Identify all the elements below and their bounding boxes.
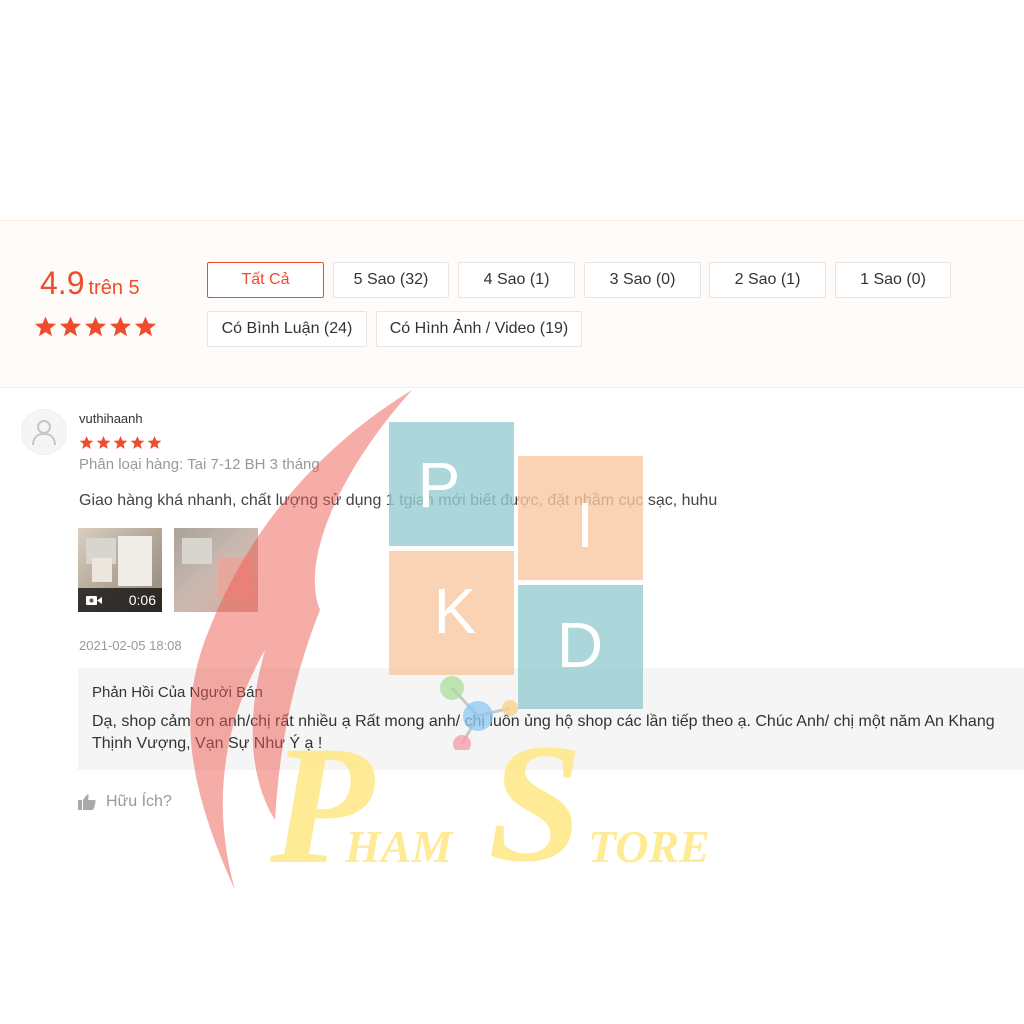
thumb-detail — [218, 558, 252, 598]
thumbs-up-icon — [78, 794, 96, 810]
star-icon — [134, 316, 157, 337]
logo-letter: I — [576, 489, 594, 561]
logo-tile — [389, 422, 514, 546]
star-icon — [109, 316, 132, 337]
brand-text: HAM — [345, 821, 453, 872]
review-image-thumbnail[interactable] — [174, 528, 258, 612]
filter-5-star-button[interactable]: 5 Sao (32) — [333, 262, 449, 298]
video-duration: 0:06 — [128, 592, 156, 608]
review-comment: Giao hàng khá nhanh, chất lượng sử dụng … — [79, 492, 718, 509]
star-icon — [113, 435, 128, 449]
star-icon — [59, 316, 82, 337]
seller-reply-text: Dạ, shop cảm ơn anh/chị rất nhiều ạ Rất … — [92, 713, 995, 752]
video-camera-icon — [86, 595, 102, 605]
rating-score-suffix: trên 5 — [88, 277, 140, 299]
filter-2-star-button[interactable]: 2 Sao (1) — [709, 262, 826, 298]
rating-score-value: 4.9 — [40, 265, 85, 301]
filter-3-star-button[interactable]: 3 Sao (0) — [584, 262, 701, 298]
filter-4-star-button[interactable]: 4 Sao (1) — [458, 262, 575, 298]
thumb-detail — [118, 536, 152, 586]
flame-swoosh-graphic — [190, 390, 412, 890]
video-bar: 0:06 — [78, 588, 162, 612]
review-timestamp: 2021-02-05 18:08 — [79, 638, 182, 653]
helpful-button[interactable]: Hữu Ích? — [78, 793, 172, 811]
filter-with-comment-button[interactable]: Có Bình Luận (24) — [207, 311, 367, 347]
review-video-thumbnail[interactable]: 0:06 — [78, 528, 162, 612]
star-icon — [84, 316, 107, 337]
filter-all-button[interactable]: Tất Cả — [207, 262, 324, 298]
thumb-detail — [182, 538, 212, 564]
filter-with-media-button[interactable]: Có Hình Ảnh / Video (19) — [376, 311, 582, 347]
star-icon — [96, 435, 111, 449]
pham-store-watermark: P I K D P HAM S TORE — [0, 0, 1024, 1024]
logo-tile — [518, 456, 643, 580]
star-icon — [34, 316, 57, 337]
review-stars — [79, 435, 162, 450]
brand-text: TORE — [588, 821, 710, 872]
rating-overview-panel — [0, 220, 1024, 388]
seller-reply-title: Phản Hồi Của Người Bán — [92, 684, 263, 701]
rating-stars — [34, 315, 157, 338]
logo-tile — [389, 551, 514, 675]
logo-letter: P — [417, 449, 461, 521]
product-variation: Phân loại hàng: Tai 7-12 BH 3 tháng — [79, 456, 320, 473]
star-icon — [147, 435, 162, 449]
avatar[interactable] — [21, 409, 67, 455]
helpful-label: Hữu Ích? — [106, 793, 172, 810]
rating-score: 4.9 trên 5 — [40, 265, 140, 302]
user-icon — [32, 420, 56, 446]
star-icon — [79, 435, 94, 449]
thumb-detail — [92, 558, 112, 582]
review-username[interactable]: vuthihaanh — [79, 411, 143, 426]
logo-letter: K — [433, 575, 477, 647]
star-icon — [130, 435, 145, 449]
seller-reply: Phản Hồi Của Người Bán Dạ, shop cảm ơn a… — [78, 668, 1024, 770]
filter-1-star-button[interactable]: 1 Sao (0) — [835, 262, 951, 298]
